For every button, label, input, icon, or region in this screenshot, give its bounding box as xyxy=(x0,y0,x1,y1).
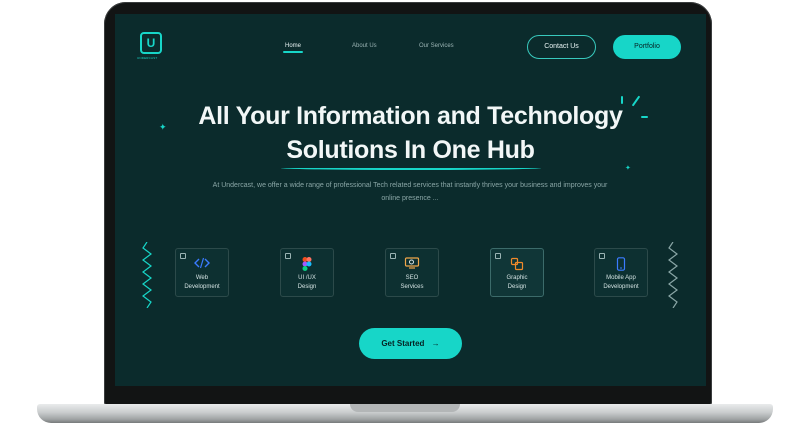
paint-bucket-icon xyxy=(491,257,543,271)
laptop-mockup: U UNDERCAST Home About Us Our Services C… xyxy=(0,0,809,434)
figma-icon xyxy=(281,257,333,271)
nav-home-link[interactable]: Home xyxy=(285,43,301,49)
service-label: Mobile App Development xyxy=(603,275,639,290)
undercast-logo[interactable]: U xyxy=(140,32,162,54)
get-started-label: Get Started xyxy=(381,339,425,348)
service-label: UI /UX Design xyxy=(297,275,317,290)
contact-us-button[interactable]: Contact Us xyxy=(527,35,596,59)
code-icon xyxy=(176,257,228,271)
hero-title-line1: All Your Information and Technology xyxy=(198,102,623,130)
logo-caption: UNDERCAST xyxy=(137,56,158,60)
phone-icon xyxy=(595,257,647,271)
service-card-ui-ux-design[interactable]: UI /UX Design xyxy=(280,248,334,297)
zigzag-decoration-left xyxy=(142,242,152,308)
hero-subtext: At Undercast, we offer a wide range of p… xyxy=(212,182,608,202)
service-card-web-development[interactable]: Web Development xyxy=(175,248,229,297)
laptop-notch xyxy=(350,404,460,412)
service-label: Web Development xyxy=(184,275,220,290)
service-card-mobile-app-development[interactable]: Mobile App Development xyxy=(594,248,648,297)
hero-underline xyxy=(281,166,541,170)
get-started-button[interactable]: Get Started → xyxy=(359,328,462,359)
sparkle-icon: ✦ xyxy=(625,165,631,172)
service-label: SEO Services xyxy=(400,275,424,290)
nav-services-link[interactable]: Our Services xyxy=(419,43,454,49)
logo-letter: U xyxy=(146,36,156,50)
hero-title-line2: Solutions In One Hub xyxy=(286,136,535,164)
portfolio-button[interactable]: Portfolio xyxy=(613,35,681,59)
zigzag-decoration-right xyxy=(668,242,678,308)
nav-active-underline xyxy=(283,51,303,53)
service-label: Graphic Design xyxy=(506,275,528,290)
service-card-graphic-design[interactable]: Graphic Design xyxy=(490,248,544,297)
service-card-seo-services[interactable]: SEO Services xyxy=(385,248,439,297)
nav-about-link[interactable]: About Us xyxy=(352,43,377,49)
monitor-search-icon xyxy=(386,257,438,271)
website-screen: U UNDERCAST Home About Us Our Services C… xyxy=(115,14,706,386)
arrow-right-icon: → xyxy=(431,339,440,348)
